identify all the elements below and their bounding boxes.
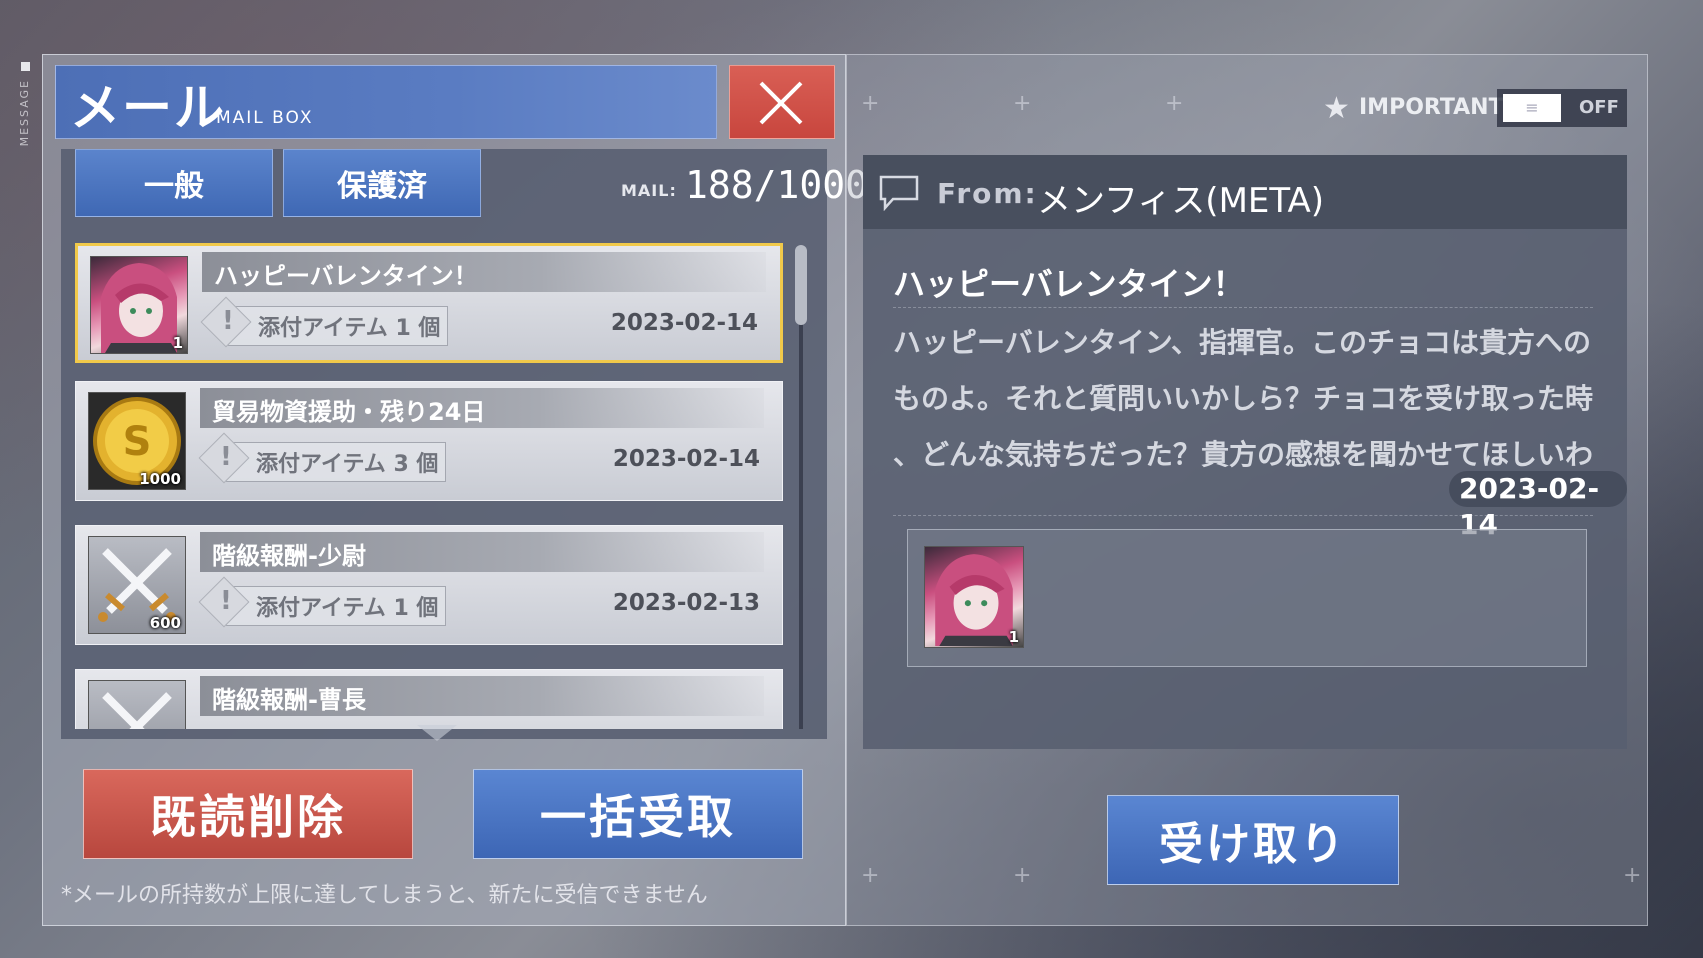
important-toggle[interactable]: ≡ OFF (1497, 89, 1627, 127)
side-tag-label: MESSAGE (18, 79, 31, 147)
from-bar: From: メンフィス(META) (863, 155, 1627, 229)
attachment-panel: 1 (907, 529, 1587, 667)
item-quantity: 1 (172, 334, 183, 352)
page-subtitle: MAIL BOX (216, 108, 314, 128)
mail-detail: From: メンフィス(META) ハッピーバレンタイン！ ハッピーバレンタイン… (863, 155, 1627, 749)
mail-subject: 階級報酬-曹長 (212, 686, 366, 714)
close-button[interactable] (729, 65, 835, 139)
svg-text:S: S (123, 419, 152, 465)
exclamation-icon: ! (220, 442, 232, 472)
exclamation-icon: ! (222, 306, 234, 336)
page-title: メール (70, 79, 226, 137)
toggle-knob: ≡ (1503, 94, 1561, 122)
mail-subject: 貿易物資援助・残り24日 (212, 398, 486, 426)
scroll-down-arrow-icon (417, 725, 457, 741)
detail-subject: ハッピーバレンタイン！ (893, 265, 1245, 303)
star-icon: ★ (1323, 91, 1350, 126)
mail-date: 2023-02-14 (612, 446, 760, 472)
toggle-state: OFF (1579, 97, 1619, 118)
item-quantity: 600 (149, 614, 181, 632)
mail-list-area: 一般 保護済 MAIL: 188/1000 1 ハッピーバレンタイン！ ! 添付… (61, 149, 868, 741)
mail-item[interactable]: 600 階級報酬-少尉 ! 添付アイテム 1 個 2023-02-13 (75, 525, 783, 645)
body-line: ハッピーバレンタイン、指揮官。このチョコは貴方への (893, 326, 1592, 359)
grid-plus-decoration: + (1165, 91, 1184, 116)
exclamation-icon: ! (220, 586, 232, 616)
mail-subject: 階級報酬-少尉 (212, 542, 366, 570)
scroll-track (799, 309, 803, 729)
gold-coin-icon: S 1000 (88, 392, 186, 490)
grid-plus-decoration: + (861, 91, 880, 116)
grid-plus-decoration: + (1013, 863, 1032, 888)
side-tag: MESSAGE (18, 62, 32, 172)
crossed-swords-icon (88, 680, 186, 729)
mail-body: ハッピーバレンタイン、指揮官。このチョコは貴方への ものよ。それと質問いいかしら… (893, 315, 1623, 483)
mail-item[interactable]: S 1000 貿易物資援助・残り24日 ! 添付アイテム 3 個 2023-02… (75, 381, 783, 501)
grid-plus-decoration: + (861, 863, 880, 888)
tab-protected[interactable]: 保護済 (283, 149, 481, 217)
mail-list: 1 ハッピーバレンタイン！ ! 添付アイテム 1 個 2023-02-14 S (75, 229, 785, 729)
divider (893, 307, 1593, 309)
scrollbar-thumb[interactable] (795, 245, 807, 325)
mail-subject: ハッピーバレンタイン！ (214, 262, 478, 290)
mail-count-value: 188/1000 (685, 163, 869, 207)
item-quantity: 1 (1008, 628, 1019, 646)
crossed-swords-icon: 600 (88, 536, 186, 634)
title-bar: メール MAIL BOX (55, 65, 717, 139)
side-tag-dot (21, 62, 30, 71)
grid-plus-decoration: + (1013, 91, 1032, 116)
delete-read-button[interactable]: 既読削除 (83, 769, 413, 859)
attachment-count: 添付アイテム 1 個 (256, 596, 439, 621)
body-line: ものよ。それと質問いいかしら？チョコを受け取った時 (893, 382, 1594, 415)
detail-date: 2023-02-14 (1449, 471, 1627, 541)
grid-plus-decoration: + (1623, 863, 1642, 888)
menu-lines-icon: ≡ (1525, 98, 1539, 117)
important-label: IMPORTANT (1359, 95, 1504, 120)
receive-button[interactable]: 受け取り (1107, 795, 1399, 885)
from-label: From: (937, 177, 1038, 210)
receive-all-button[interactable]: 一括受取 (473, 769, 803, 859)
mail-limit-note: *メールの所持数が上限に達してしまうと、新たに受信できません (61, 883, 708, 908)
close-icon (759, 81, 803, 125)
mailbox-panel: メール MAIL BOX 一般 保護済 MAIL: 188/1000 1 ハッピ… (42, 54, 868, 926)
mail-detail-panel: + + + + + + ★ IMPORTANT ≡ OFF From: メンフィ… (846, 54, 1648, 926)
mail-item[interactable]: 1 ハッピーバレンタイン！ ! 添付アイテム 1 個 2023-02-14 (75, 243, 783, 363)
speech-bubble-icon (879, 175, 919, 211)
attachment-count: 添付アイテム 1 個 (258, 316, 441, 341)
mail-count-label: MAIL: (621, 181, 677, 200)
item-quantity: 1000 (139, 470, 181, 488)
character-portrait-icon: 1 (90, 256, 188, 354)
attachment-count: 添付アイテム 3 個 (256, 452, 439, 477)
mail-date: 2023-02-14 (610, 310, 758, 336)
mail-item[interactable]: 階級報酬-曹長 (75, 669, 783, 729)
character-portrait-icon[interactable]: 1 (924, 546, 1024, 648)
tab-general[interactable]: 一般 (75, 149, 273, 217)
mail-date: 2023-02-13 (612, 590, 760, 616)
sender-name: メンフィス(META) (1037, 181, 1325, 221)
